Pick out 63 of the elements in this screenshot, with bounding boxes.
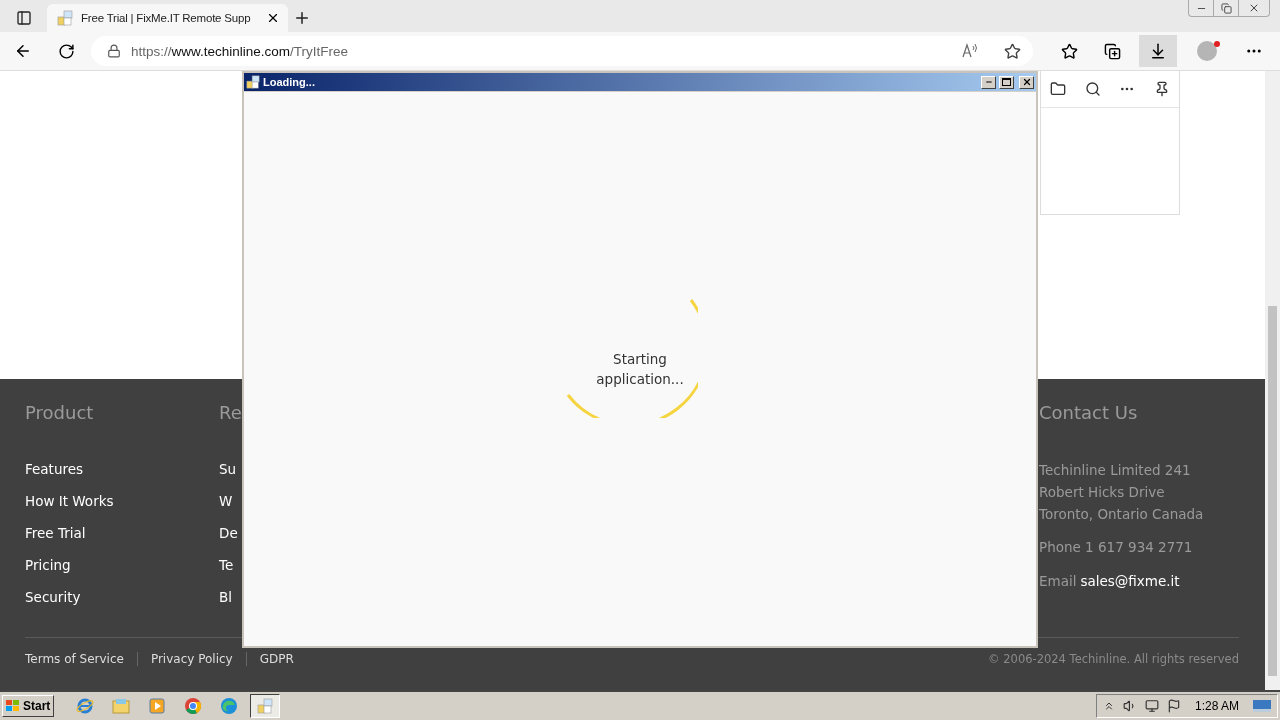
footer-link[interactable]: Bl (219, 587, 232, 607)
email-link[interactable]: sales@fixme.it (1080, 570, 1180, 592)
flag-icon[interactable] (1166, 699, 1181, 713)
app-icon (57, 10, 73, 26)
address-line: Techinline Limited 241 (1039, 461, 1192, 480)
minimize-icon (984, 78, 993, 86)
maximize-icon (1002, 78, 1011, 86)
folder-icon[interactable] (1050, 81, 1067, 97)
footer-link[interactable]: Te (219, 555, 234, 575)
footer-link[interactable]: Pricing (25, 555, 71, 575)
footer-link[interactable]: How It Works (25, 491, 114, 511)
loading-message: Starting application... (595, 350, 685, 389)
windows-logo-icon (5, 699, 21, 713)
profile-avatar[interactable] (1197, 41, 1217, 61)
app-icon (257, 698, 273, 714)
footer-link[interactable]: W (219, 491, 233, 511)
app-icon (246, 75, 260, 89)
footer-link[interactable]: Security (25, 587, 81, 607)
favorites-icon[interactable] (1061, 42, 1078, 60)
show-desktop-icon[interactable] (1253, 699, 1271, 713)
taskbar-button[interactable] (250, 694, 280, 718)
close-button[interactable] (1019, 75, 1034, 89)
collections-icon[interactable] (1104, 42, 1121, 60)
legal-link[interactable]: Privacy Policy (136, 652, 246, 666)
address-bar[interactable]: https://www.techinline.com/TryItFree (91, 36, 1033, 66)
reload-icon[interactable] (58, 42, 75, 60)
downloads-button[interactable] (1139, 35, 1177, 67)
read-aloud-icon[interactable] (962, 43, 980, 59)
download-icon (1149, 42, 1167, 60)
ie-icon (76, 697, 94, 715)
column-heading: Contact Us (1039, 401, 1138, 425)
close-icon[interactable] (266, 11, 280, 25)
phone-text: Phone 1 617 934 2771 (1039, 538, 1193, 557)
legal-link[interactable]: Terms of Service (25, 652, 137, 666)
legal-link[interactable]: GDPR (245, 652, 307, 666)
footer-link[interactable]: Free Trial (25, 523, 86, 543)
network-icon[interactable] (1144, 699, 1159, 713)
search-icon[interactable] (1084, 81, 1101, 97)
restore-icon (1220, 2, 1232, 14)
close-icon (1248, 2, 1260, 14)
footer-link[interactable]: De (219, 523, 238, 543)
footer-link[interactable]: Features (25, 459, 84, 479)
footer-link[interactable]: Su (219, 459, 237, 479)
start-button[interactable]: Start (2, 695, 54, 717)
media-player-icon (149, 698, 165, 714)
folder-icon (112, 698, 130, 714)
add-favorite-icon[interactable] (1004, 42, 1021, 60)
address-line: Toronto, Ontario Canada (1039, 505, 1204, 524)
column-heading: Product (25, 401, 94, 425)
maximize-button[interactable] (999, 75, 1014, 89)
email-label: Email (1039, 572, 1077, 591)
chrome-icon (184, 697, 202, 715)
browser-tab[interactable]: Free Trial | FixMe.IT Remote Supp (47, 4, 288, 32)
scrollbar[interactable] (1265, 71, 1280, 690)
back-icon[interactable] (14, 42, 32, 60)
title-bar: Loading... (244, 73, 1036, 91)
edge-icon (220, 697, 238, 715)
lock-icon (107, 44, 121, 58)
clock: 1:28 AM (1194, 699, 1239, 713)
close-icon (1021, 77, 1032, 87)
column-heading: Re (219, 401, 242, 425)
copyright-text: © 2006-2024 Techinline. All rights reserved (988, 652, 1239, 666)
address-line: Robert Hicks Drive (1039, 483, 1166, 502)
